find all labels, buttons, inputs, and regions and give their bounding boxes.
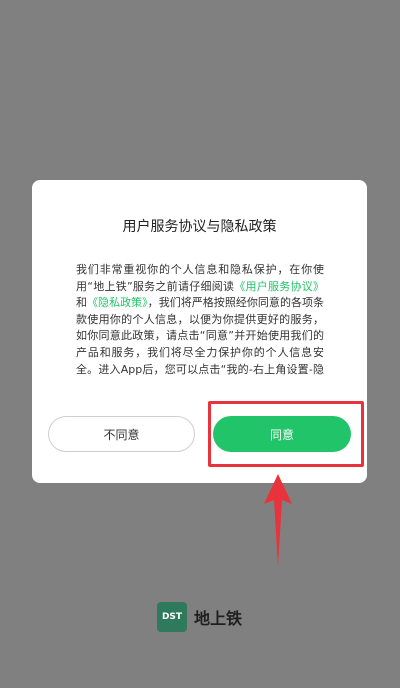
annotation-arrow-icon <box>264 474 292 566</box>
brand: DST 地上铁 <box>157 602 242 632</box>
dialog-body: 我们非常重视你的个人信息和隐私保护，在你使用“地上铁”服务之前请仔细阅读《用户服… <box>76 262 324 378</box>
brand-name: 地上铁 <box>194 609 243 628</box>
disagree-button[interactable]: 不同意 <box>48 416 195 452</box>
user-service-agreement-link[interactable]: 《用户服务协议》 <box>234 280 324 293</box>
body-text-and: 和 <box>76 296 88 310</box>
dst-logo-icon: DST <box>157 602 187 632</box>
app-screen: 用户服务协议与隐私政策 我们非常重视你的个人信息和隐私保护，在你使用“地上铁”服… <box>0 0 400 688</box>
privacy-policy-link[interactable]: 《隐私政策》 <box>87 296 148 309</box>
dialog-title: 用户服务协议与隐私政策 <box>122 219 277 235</box>
annotation-highlight-box <box>208 401 364 467</box>
